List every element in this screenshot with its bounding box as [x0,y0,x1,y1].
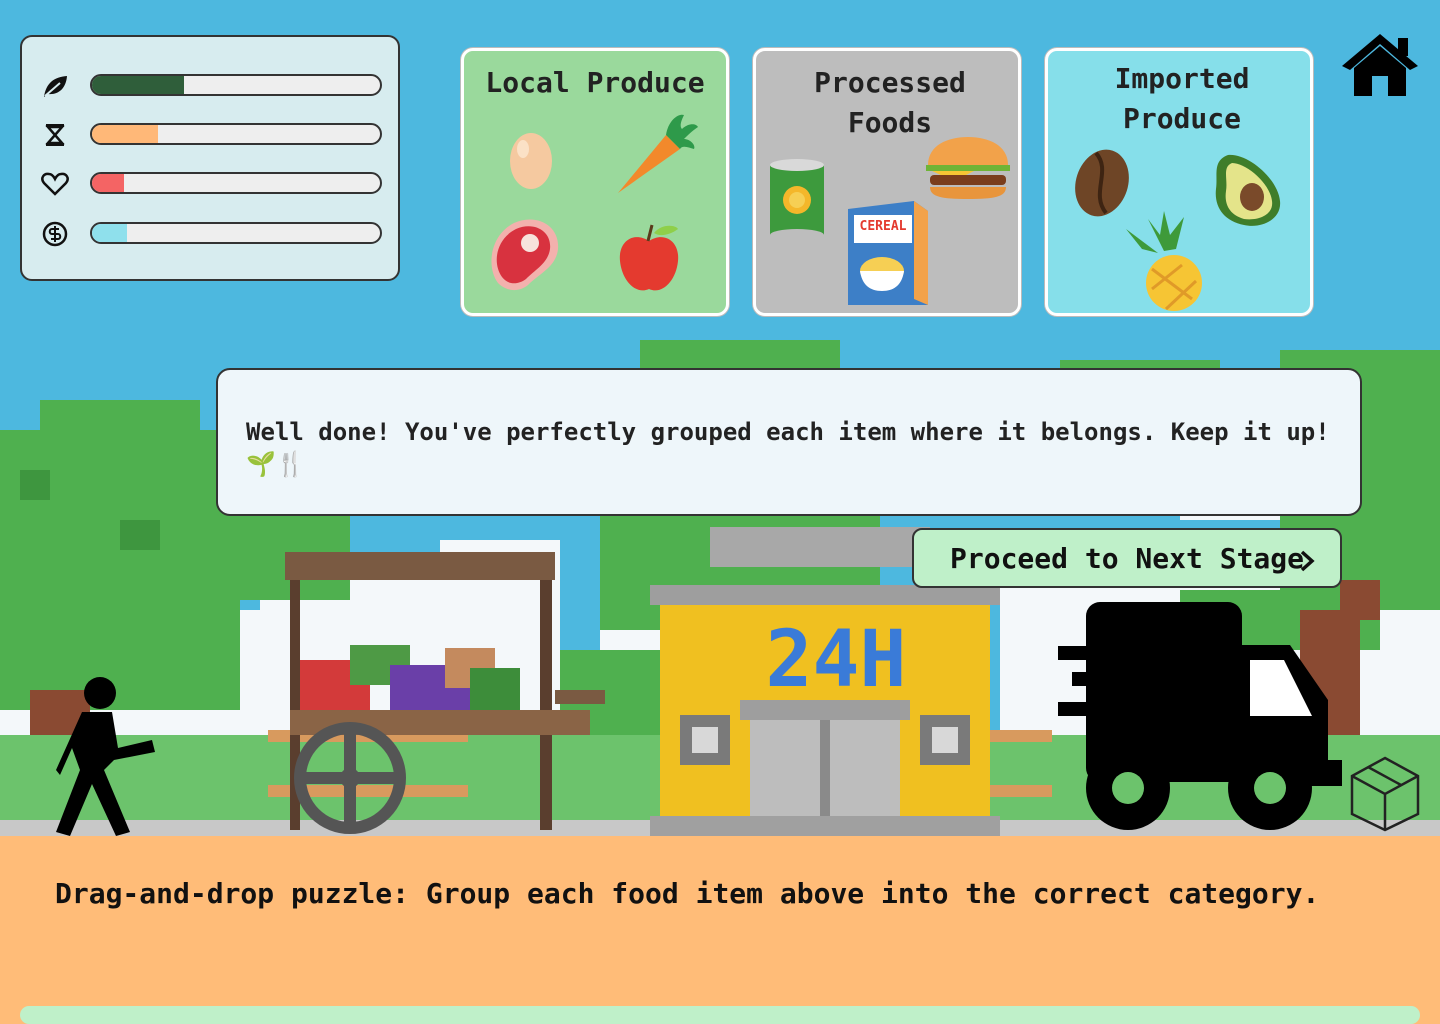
meat-icon[interactable] [484,213,566,295]
home-icon[interactable] [1340,32,1420,98]
health-bar [90,172,382,194]
money-fill [92,224,127,242]
coin-icon [42,221,68,247]
store-sign: 24H [766,615,907,705]
stat-sustainability [40,73,385,99]
egg-icon[interactable] [506,127,556,191]
stat-time [40,122,385,148]
category-processed-foods[interactable]: Processed Foods CEREAL [753,48,1021,316]
time-bar [90,123,382,145]
instructions-panel [0,836,1440,1024]
stats-panel [20,35,400,281]
chevron-right-icon [1300,550,1315,572]
category-title: Processed Foods [814,66,966,139]
carrot-icon[interactable] [608,109,700,199]
time-fill [92,125,159,143]
cereal-box-icon[interactable]: CEREAL [848,201,930,305]
canned-food-icon[interactable] [768,157,826,243]
sustainability-fill [92,76,185,94]
proceed-next-stage-button[interactable]: Proceed to Next Stage [912,528,1342,588]
avocado-icon[interactable] [1198,149,1284,229]
stat-health [40,171,385,197]
health-fill [92,174,124,192]
puzzle-instructions: Drag-and-drop puzzle: Group each food it… [55,877,1320,910]
heart-icon [41,172,69,196]
sustainability-bar [90,74,382,96]
cereal-box-label: CEREAL [859,219,907,234]
category-imported-produce[interactable]: Imported Produce [1045,48,1313,316]
hourglass-icon [45,124,65,146]
category-local-produce[interactable]: Local Produce [461,48,729,316]
stat-money [40,221,385,247]
feedback-message-box: Well done! You've perfectly grouped each… [216,368,1362,516]
proceed-label: Proceed to Next Stage [950,542,1305,575]
category-title: Local Produce [485,66,705,99]
burger-icon[interactable] [924,135,1012,201]
money-bar [90,222,382,244]
leaf-icon [44,76,67,97]
feedback-message: Well done! You've perfectly grouped each… [246,418,1330,478]
level-progress-track [20,1006,1420,1024]
apple-icon[interactable] [614,219,684,295]
category-title: Imported Produce [1114,62,1250,135]
pineapple-icon[interactable] [1122,209,1208,313]
